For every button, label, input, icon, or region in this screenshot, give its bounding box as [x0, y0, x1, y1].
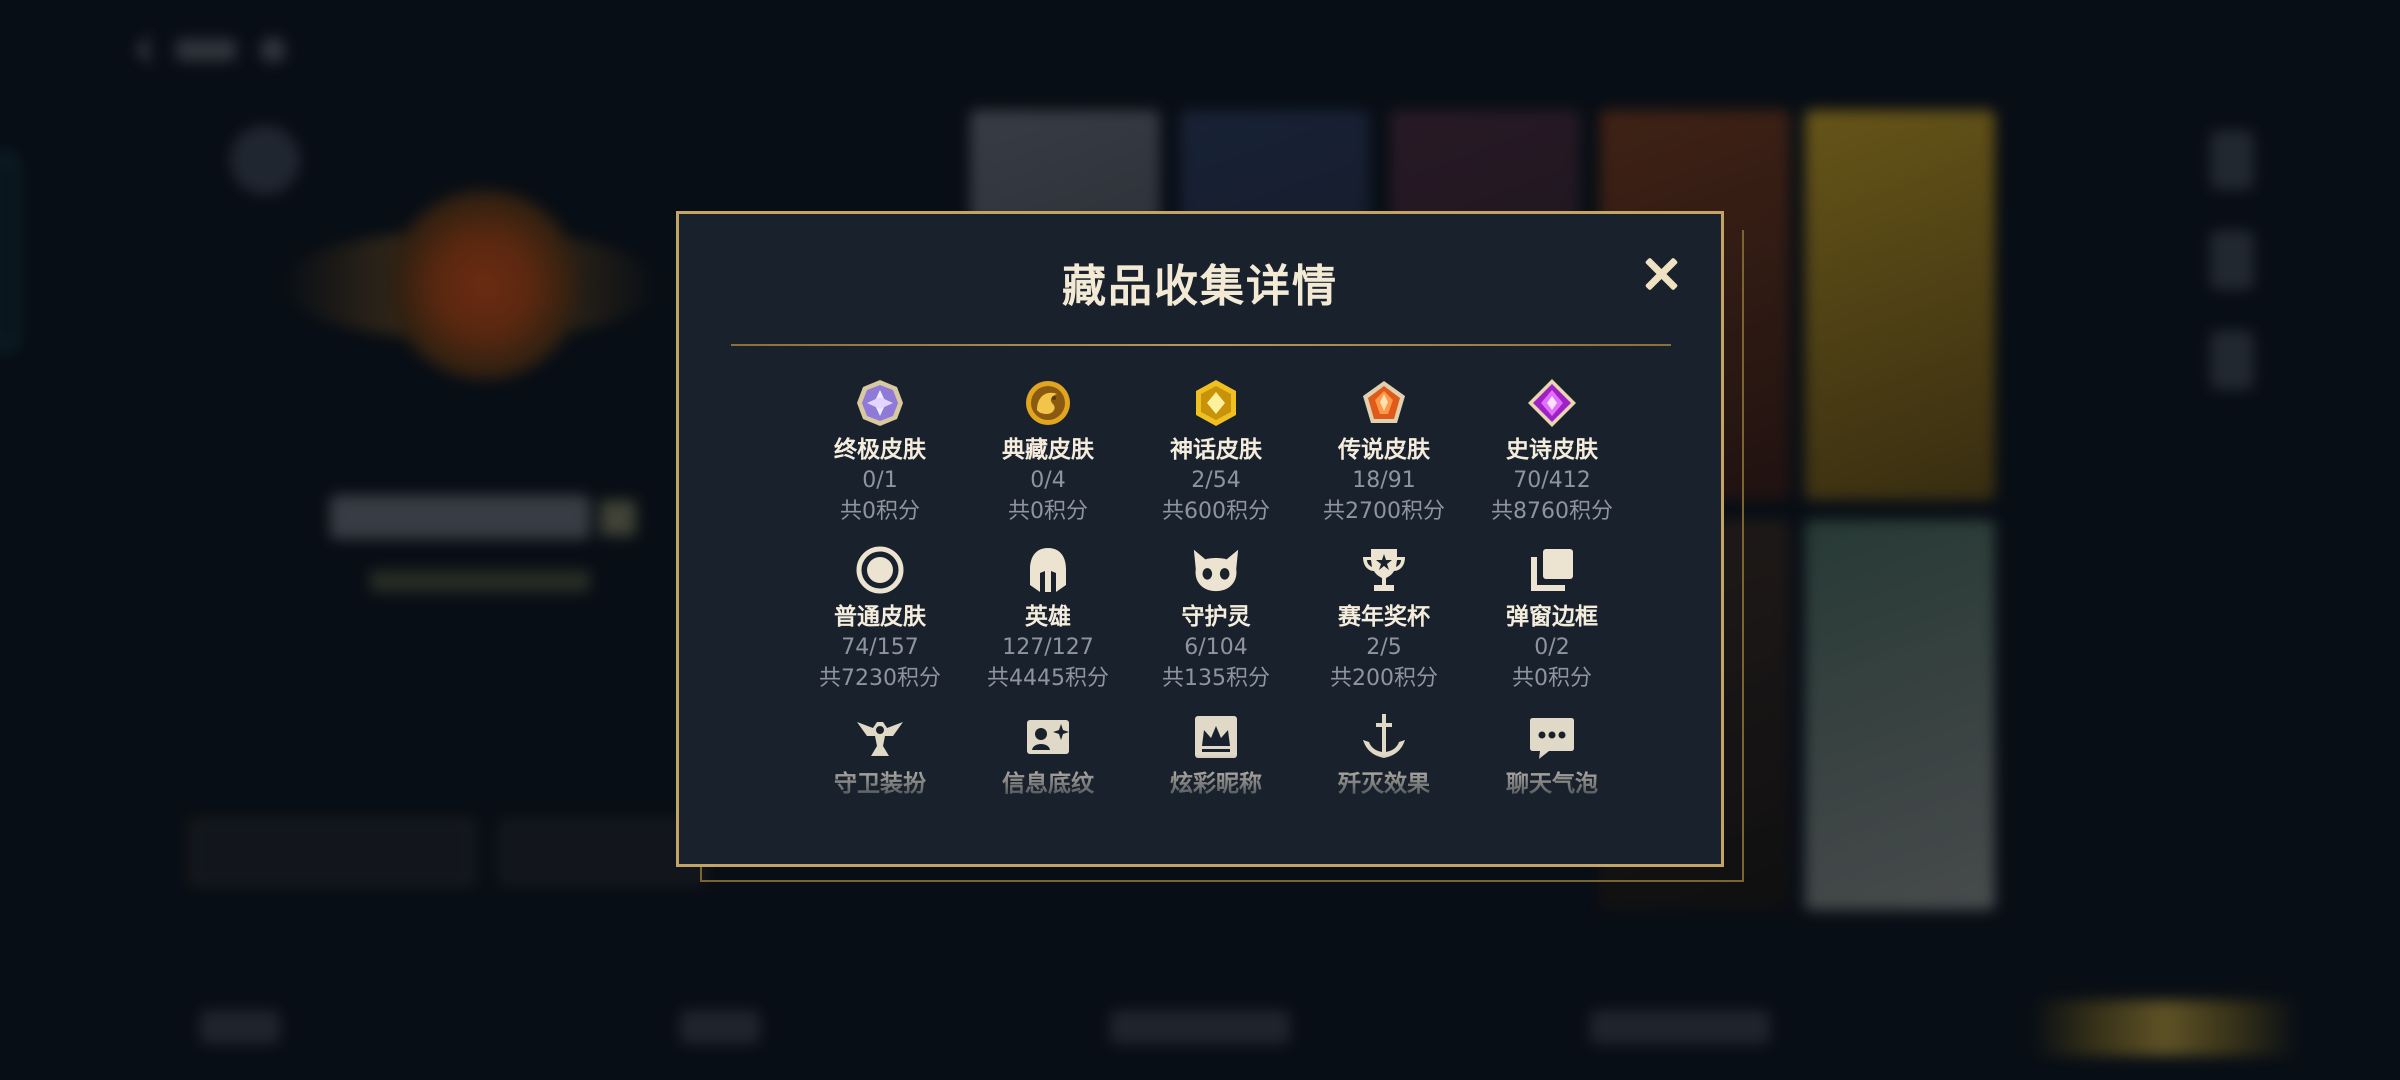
item-count: 0/1: [862, 468, 898, 493]
item-count: 6/104: [1184, 635, 1248, 660]
item-label: 聊天气泡: [1506, 771, 1598, 797]
item-label: 守卫装扮: [834, 771, 926, 797]
item-points: 共0积分: [1008, 499, 1088, 524]
item-label: 传说皮肤: [1338, 437, 1430, 463]
collection-item-frame[interactable]: 弹窗边框 0/2 共0积分: [1468, 544, 1636, 711]
legendary-gem-icon: [1358, 377, 1410, 429]
item-label: 赛年奖杯: [1338, 604, 1430, 630]
item-label: 信息底纹: [1002, 771, 1094, 797]
collection-item-epic[interactable]: 史诗皮肤 70/412 共8760积分: [1468, 377, 1636, 544]
item-points: 共2700积分: [1323, 499, 1445, 524]
modal-title: 藏品收集详情: [1062, 261, 1338, 312]
close-icon[interactable]: [1639, 252, 1683, 296]
item-count: 74/157: [841, 635, 919, 660]
item-label: 终极皮肤: [834, 437, 926, 463]
chat-bubble-icon: [1526, 711, 1578, 763]
collection-item-ward[interactable]: 守卫装扮: [796, 711, 964, 878]
item-label: 普通皮肤: [834, 604, 926, 630]
collection-item-ultimate[interactable]: 终极皮肤 0/1 共0积分: [796, 377, 964, 544]
collector-dragon-icon: [1022, 377, 1074, 429]
item-label: 歼灭效果: [1338, 771, 1430, 797]
ultimate-gem-icon: [854, 377, 906, 429]
frame-icon: [1526, 544, 1578, 596]
item-points: 共135积分: [1162, 666, 1270, 691]
crown-nickname-icon: [1190, 711, 1242, 763]
title-divider: [731, 344, 1671, 346]
item-points: 共4445积分: [987, 666, 1109, 691]
item-points: 共200积分: [1330, 666, 1438, 691]
item-label: 英雄: [1025, 604, 1071, 630]
item-points: 共600积分: [1162, 499, 1270, 524]
item-count: 0/4: [1030, 468, 1066, 493]
item-count: 18/91: [1352, 468, 1416, 493]
item-points: 共0积分: [840, 499, 920, 524]
item-label: 典藏皮肤: [1002, 437, 1094, 463]
item-count: 2/5: [1366, 635, 1402, 660]
anchor-effect-icon: [1358, 711, 1410, 763]
collection-item-trophy[interactable]: 赛年奖杯 2/5 共200积分: [1300, 544, 1468, 711]
item-count: 0/2: [1534, 635, 1570, 660]
item-label: 神话皮肤: [1170, 437, 1262, 463]
item-label: 守护灵: [1181, 604, 1251, 630]
collection-item-collector[interactable]: 典藏皮肤 0/4 共0积分: [964, 377, 1132, 544]
item-points: 共0积分: [1512, 666, 1592, 691]
common-ring-icon: [854, 544, 906, 596]
helmet-icon: [1022, 544, 1074, 596]
collection-item-common[interactable]: 普通皮肤 74/157 共7230积分: [796, 544, 964, 711]
item-count: 70/412: [1513, 468, 1591, 493]
item-points: 共8760积分: [1491, 499, 1613, 524]
item-count: 127/127: [1002, 635, 1094, 660]
item-label: 炫彩昵称: [1170, 771, 1262, 797]
collection-item-mythic[interactable]: 神话皮肤 2/54 共600积分: [1132, 377, 1300, 544]
item-count: 2/54: [1191, 468, 1241, 493]
collection-grid: 终极皮肤 0/1 共0积分 典藏皮肤 0/4 共0积分 神话皮肤 2/54 共6…: [796, 377, 1636, 878]
collection-item-nickname[interactable]: 炫彩昵称: [1132, 711, 1300, 878]
item-label: 史诗皮肤: [1506, 437, 1598, 463]
collection-item-guardian[interactable]: 守护灵 6/104 共135积分: [1132, 544, 1300, 711]
collection-item-kill-effect[interactable]: 歼灭效果: [1300, 711, 1468, 878]
guardian-pet-icon: [1190, 544, 1242, 596]
collection-item-heroes[interactable]: 英雄 127/127 共4445积分: [964, 544, 1132, 711]
collection-item-card-background[interactable]: 信息底纹: [964, 711, 1132, 878]
collection-item-legendary[interactable]: 传说皮肤 18/91 共2700积分: [1300, 377, 1468, 544]
ward-icon: [854, 711, 906, 763]
trophy-icon: [1358, 544, 1410, 596]
item-label: 弹窗边框: [1506, 604, 1598, 630]
epic-gem-icon: [1526, 377, 1578, 429]
collection-details-modal: 藏品收集详情 终极皮肤 0/1 共0积分 典藏皮肤 0/4 共0积分 神话皮肤 …: [676, 211, 1724, 867]
collection-item-chat-bubble[interactable]: 聊天气泡: [1468, 711, 1636, 878]
card-background-icon: [1022, 711, 1074, 763]
mythic-gem-icon: [1190, 377, 1242, 429]
item-points: 共7230积分: [819, 666, 941, 691]
